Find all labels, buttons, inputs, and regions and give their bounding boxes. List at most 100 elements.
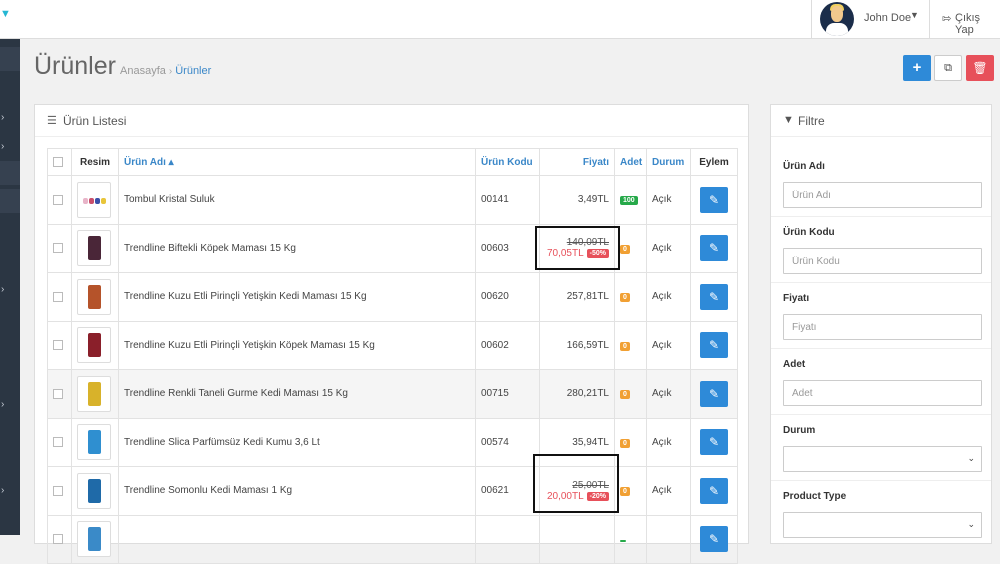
product-thumbnail — [77, 472, 111, 509]
chevron-down-icon: ⌄ — [967, 519, 975, 529]
product-price: 280,21TL — [539, 369, 615, 419]
qty-badge: 100 — [620, 196, 638, 206]
filter-group-price: Fiyatı — [771, 283, 991, 349]
qty-badge: 0 — [620, 390, 630, 400]
product-name: Trendline Renkli Taneli Gurme Kedi Mamas… — [118, 369, 476, 419]
add-button[interactable]: + — [903, 55, 931, 81]
filter-label: Ürün Adı — [783, 161, 825, 172]
chevron-down-icon: ▼ — [910, 10, 919, 20]
filter-label: Product Type — [783, 491, 847, 502]
logout-button[interactable]: ⇰ Çıkış Yap — [929, 0, 1000, 39]
sort-asc-icon: ▴ — [168, 156, 174, 168]
chevron-down-icon: ⌄ — [967, 453, 975, 463]
chevron-right-icon[interactable]: › — [1, 284, 4, 295]
plus-icon: + — [912, 59, 922, 76]
breadcrumb-home[interactable]: Anasayfa — [120, 65, 166, 77]
product-thumbnail — [77, 230, 111, 267]
qty-badge-cut — [620, 539, 626, 542]
logo-icon[interactable]: ▼ — [0, 8, 11, 20]
product-name: Tombul Kristal Suluk — [118, 175, 476, 225]
edit-button[interactable]: ✎ — [700, 235, 728, 262]
pencil-icon: ✎ — [708, 241, 720, 256]
row-checkbox[interactable] — [53, 437, 63, 448]
page-title: Ürünler — [34, 52, 116, 80]
status-text: Açık — [646, 320, 691, 370]
row-checkbox[interactable] — [53, 291, 63, 302]
col-price[interactable]: Fiyatı — [539, 148, 615, 176]
row-checkbox[interactable] — [53, 485, 63, 496]
pencil-icon: ✎ — [708, 532, 720, 547]
row-checkbox[interactable] — [53, 388, 63, 399]
product-price: 166,59TL — [539, 320, 615, 370]
product-name: Trendline Somonlu Kedi Maması 1 Kg — [118, 466, 476, 516]
status-text: Açık — [646, 369, 691, 419]
product-list-panel: ☰ Ürün Listesi Resim Ürün Adı ▴ Ürün Kod… — [34, 104, 749, 564]
filter-label: Durum — [783, 425, 816, 436]
col-qty[interactable]: Adet — [614, 148, 647, 176]
sidebar-item[interactable] — [0, 47, 20, 71]
filter-header: ▼ Filtre — [771, 105, 991, 137]
table-row: ✎ — [47, 514, 738, 564]
product-price-cut — [539, 514, 615, 564]
price-highlight-box — [535, 226, 620, 270]
col-action: Eylem — [690, 148, 738, 176]
filter-label: Ürün Kodu — [783, 227, 835, 238]
col-code[interactable]: Ürün Kodu — [475, 148, 540, 176]
edit-button[interactable]: ✎ — [700, 332, 728, 359]
product-code-input[interactable] — [783, 248, 982, 274]
list-icon: ☰ — [47, 115, 57, 127]
edit-button[interactable]: ✎ — [700, 186, 728, 213]
product-code: 00141 — [475, 175, 540, 225]
row-checkbox[interactable] — [53, 534, 63, 545]
status-select[interactable]: ⌄ — [783, 446, 982, 472]
col-status[interactable]: Durum — [646, 148, 691, 176]
product-thumbnail — [77, 521, 111, 558]
avatar[interactable] — [820, 2, 854, 36]
panel-header: ☰ Ürün Listesi — [35, 105, 748, 137]
product-thumbnail — [77, 375, 111, 412]
chevron-right-icon[interactable]: › — [1, 141, 4, 152]
product-name: Trendline Slica Parfümsüz Kedi Kumu 3,6 … — [118, 417, 476, 467]
product-name: Trendline Kuzu Etli Pirinçli Yetişkin Kö… — [118, 320, 476, 370]
row-checkbox[interactable] — [53, 243, 63, 254]
user-menu[interactable]: John Doe ▼ — [811, 0, 929, 39]
product-name: Trendline Biftekli Köpek Maması 15 Kg — [118, 223, 476, 273]
edit-button[interactable]: ✎ — [700, 477, 728, 504]
edit-button[interactable]: ✎ — [700, 429, 728, 456]
table-row: Trendline Slica Parfümsüz Kedi Kumu 3,6 … — [47, 417, 738, 467]
product-name: Trendline Kuzu Etli Pirinçli Yetişkin Ke… — [118, 272, 476, 322]
qty-badge: 0 — [620, 341, 630, 351]
qty-input[interactable] — [783, 380, 982, 406]
status-text: Açık — [646, 175, 691, 225]
row-checkbox[interactable] — [53, 194, 63, 205]
sidebar-item[interactable] — [0, 161, 20, 185]
copy-button[interactable]: ⧉ — [934, 55, 962, 81]
product-code-cut — [475, 514, 540, 564]
select-all-cell — [47, 148, 72, 176]
row-checkbox[interactable] — [53, 340, 63, 351]
panel-title: Ürün Listesi — [63, 114, 127, 128]
product-type-select[interactable]: ⌄ — [783, 512, 982, 538]
chevron-right-icon[interactable]: › — [1, 485, 4, 496]
pencil-icon: ✎ — [708, 483, 720, 498]
product-thumbnail — [77, 181, 111, 218]
product-name-input[interactable] — [783, 182, 982, 208]
filter-group-code: Ürün Kodu — [771, 217, 991, 283]
delete-button[interactable]: 🗑 — [966, 55, 994, 81]
breadcrumb-current[interactable]: Ürünler — [175, 65, 211, 77]
filter-group-name: Ürün Adı — [771, 151, 991, 217]
product-code: 00603 — [475, 223, 540, 273]
status-cut — [646, 514, 691, 564]
edit-button[interactable]: ✎ — [700, 283, 728, 310]
chevron-right-icon[interactable]: › — [1, 399, 4, 410]
sidebar-item[interactable] — [0, 189, 20, 213]
edit-button[interactable]: ✎ — [700, 526, 728, 553]
price-input[interactable] — [783, 314, 982, 340]
product-thumbnail — [77, 424, 111, 461]
select-all-checkbox[interactable] — [53, 156, 63, 167]
sidebar: › › › › › — [0, 39, 20, 535]
edit-button[interactable]: ✎ — [700, 380, 728, 407]
col-name[interactable]: Ürün Adı ▴ — [118, 148, 476, 176]
chevron-right-icon[interactable]: › — [1, 112, 4, 123]
table-row: Tombul Kristal Suluk 00141 3,49TL 100 Aç… — [47, 175, 738, 225]
